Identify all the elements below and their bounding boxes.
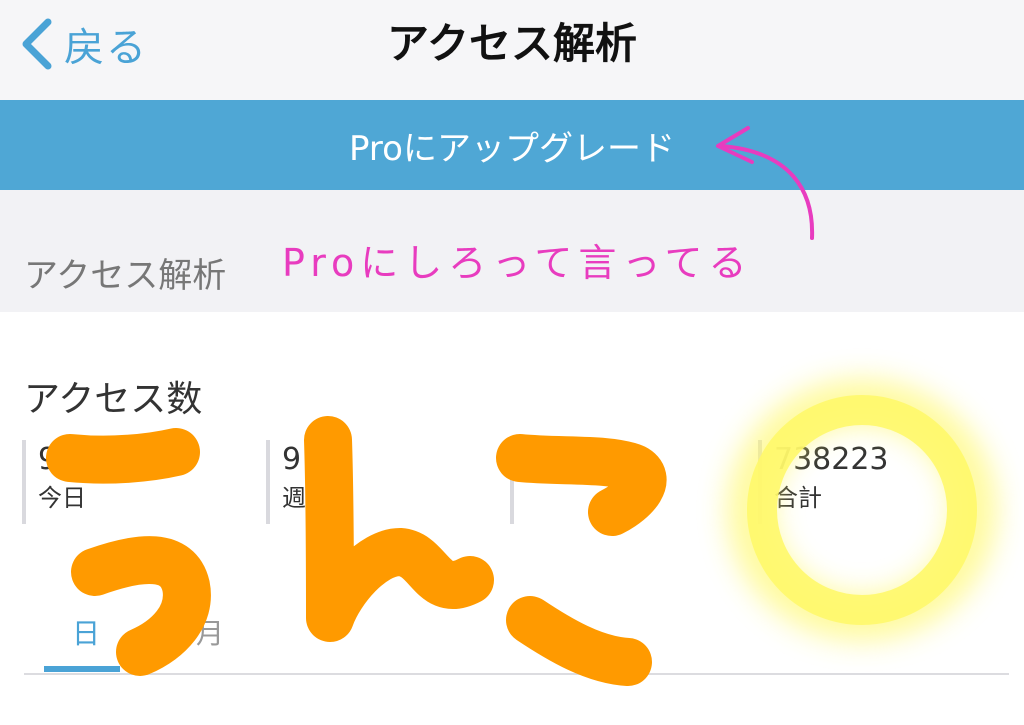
stat-week-value: 9 [282,442,302,477]
page-title: アクセス解析 [387,19,637,68]
tab-active-indicator [44,666,120,672]
stat-week: 9 週 [266,440,306,524]
stat-total: 738223 合計 [758,440,889,524]
stat-month-label: 月間 [526,444,574,472]
stat-total-value: 738223 [774,442,889,477]
tab-day[interactable]: 日 [72,612,100,652]
tabs-divider [24,673,1009,675]
section-title: アクセス解析 [24,256,227,296]
access-count-title: アクセス数 [24,379,203,420]
navigation-bar: 戻る アクセス解析 [0,0,1024,100]
upgrade-label: Proにアップグレード [349,128,675,169]
stat-month: 月間 [510,440,574,524]
stat-today: 9 今日 [22,440,86,524]
access-stats-panel: アクセス数 9 今日 9 週 月間 738223 合計 日 月 [0,312,1024,725]
upgrade-to-pro-button[interactable]: Proにアップグレード [0,100,1024,190]
stat-week-label: 週 [282,484,306,512]
stat-total-label: 合計 [774,484,822,512]
stat-today-label: 今日 [38,484,86,512]
tab-month[interactable]: 月 [196,612,224,652]
section-header: アクセス解析 [0,190,1024,312]
stat-today-value: 9 [38,442,58,477]
